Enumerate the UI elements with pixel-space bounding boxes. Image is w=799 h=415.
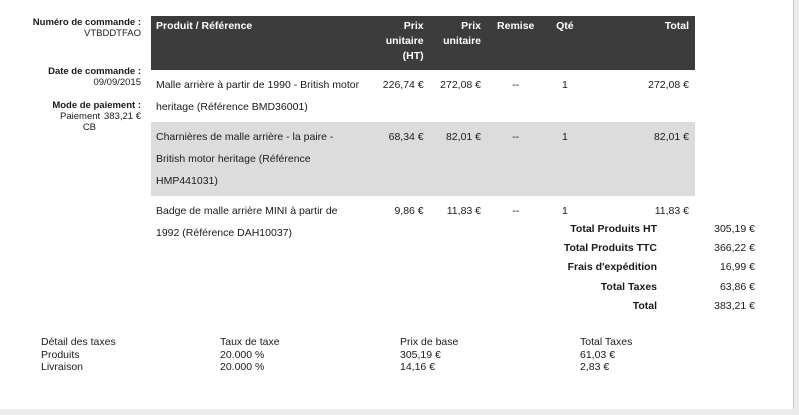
tax-header-row: Détail des taxes Taux de taxe Prix de ba… xyxy=(41,336,700,349)
row-discount: -- xyxy=(487,122,545,196)
totals-label: Total Taxes xyxy=(600,280,657,293)
row-total: 82,01 € xyxy=(585,122,695,196)
totals-value: 305,19 € xyxy=(714,223,755,235)
totals-value: 16,99 € xyxy=(719,261,755,274)
payment-label: Mode de paiement : xyxy=(52,100,141,111)
tax-header: Détail des taxes xyxy=(41,336,116,348)
tax-row: Livraison 20.000 % 14,16 € 2,83 € xyxy=(41,361,700,374)
tax-cell: Livraison xyxy=(41,361,84,373)
tax-row: Produits 20.000 % 305,19 € 61,03 € xyxy=(41,349,700,362)
order-totals: Total Produits HT 305,19 € Total Produit… xyxy=(480,222,755,318)
totals-label: Total Produits TTC xyxy=(563,242,657,255)
row-product: Badge de malle arrière MINI à partir de … xyxy=(156,205,338,239)
totals-row: Total Produits TTC 366,22 € xyxy=(480,241,755,260)
totals-label: Total xyxy=(632,299,657,312)
row-qty: 1 xyxy=(561,79,568,91)
order-number-block: Numéro de commande : VTBDDTFAO xyxy=(30,17,141,39)
row-price-ttc: 272,08 € xyxy=(440,79,482,91)
tax-cell: 20.000 % xyxy=(220,348,265,361)
totals-label: Frais d'expédition xyxy=(567,261,657,274)
row-product: Charnières de malle arrière - la paire -… xyxy=(151,122,374,196)
row-price-ht: 68,34 € xyxy=(373,122,430,196)
header-price-ttc: Prix unitaire xyxy=(429,16,488,70)
header-discount: Remise xyxy=(487,16,545,70)
row-qty: 1 xyxy=(544,122,586,196)
row-product: Malle arrière à partir de 1990 - British… xyxy=(156,79,360,113)
tax-cell: 14,16 € xyxy=(400,361,436,373)
payment-block: Mode de paiement : Paiement CB 383,21 € xyxy=(30,100,141,133)
row-discount: -- xyxy=(512,79,520,91)
totals-row: Total Produits HT 305,19 € xyxy=(480,222,755,241)
totals-row: Total Taxes 63,86 € xyxy=(480,280,755,299)
invoice-page: Numéro de commande : VTBDDTFAO Date de c… xyxy=(0,0,799,415)
table-row: Malle arrière à partir de 1990 - British… xyxy=(151,70,695,122)
totals-value: 383,21 € xyxy=(714,299,755,312)
header-qty: Qté xyxy=(544,16,586,70)
order-date-value: 09/09/2015 xyxy=(93,77,141,88)
tax-cell: 61,03 € xyxy=(580,348,616,361)
payment-method: Paiement CB xyxy=(60,111,101,133)
tax-cell: Produits xyxy=(41,348,80,361)
page-shadow xyxy=(794,0,799,415)
header-total: Total xyxy=(585,16,695,70)
totals-label: Total Produits HT xyxy=(570,223,657,235)
row-price-ttc: 11,83 € xyxy=(446,205,482,217)
header-product: Produit / Référence xyxy=(151,16,374,70)
tax-detail: Détail des taxes Taux de taxe Prix de ba… xyxy=(41,336,700,374)
totals-row: Frais d'expédition 16,99 € xyxy=(480,260,755,279)
tax-cell: 305,19 € xyxy=(400,348,441,361)
order-date-label: Date de commande : xyxy=(48,66,141,77)
row-price-ht: 9,86 € xyxy=(394,205,424,217)
tax-header: Taux de taxe xyxy=(220,336,280,348)
order-number-value: VTBDDTFAO xyxy=(83,28,141,39)
tax-cell: 20.000 % xyxy=(220,361,265,373)
totals-value: 63,86 € xyxy=(719,280,755,293)
table-header-row: Produit / Référence Prix unitaire (HT) P… xyxy=(151,16,695,70)
order-date-block: Date de commande : 09/09/2015 xyxy=(30,66,141,88)
payment-row: Paiement CB 383,21 € xyxy=(30,111,141,133)
totals-row: Total 383,21 € xyxy=(480,299,755,318)
row-total: 272,08 € xyxy=(648,79,689,91)
tax-header: Prix de base xyxy=(400,336,459,348)
order-number-label: Numéro de commande : xyxy=(32,17,141,28)
row-price-ttc: 82,01 € xyxy=(429,122,488,196)
totals-value: 366,22 € xyxy=(714,242,755,255)
payment-amount: 383,21 € xyxy=(104,111,141,122)
tax-cell: 2,83 € xyxy=(580,361,610,373)
header-price-ht: Prix unitaire (HT) xyxy=(373,16,430,70)
page-shadow-bottom xyxy=(0,409,794,415)
table-row: Charnières de malle arrière - la paire -… xyxy=(151,122,695,196)
order-items-table: Produit / Référence Prix unitaire (HT) P… xyxy=(151,16,695,248)
tax-header: Total Taxes xyxy=(580,336,633,348)
row-price-ht: 226,74 € xyxy=(382,79,424,91)
